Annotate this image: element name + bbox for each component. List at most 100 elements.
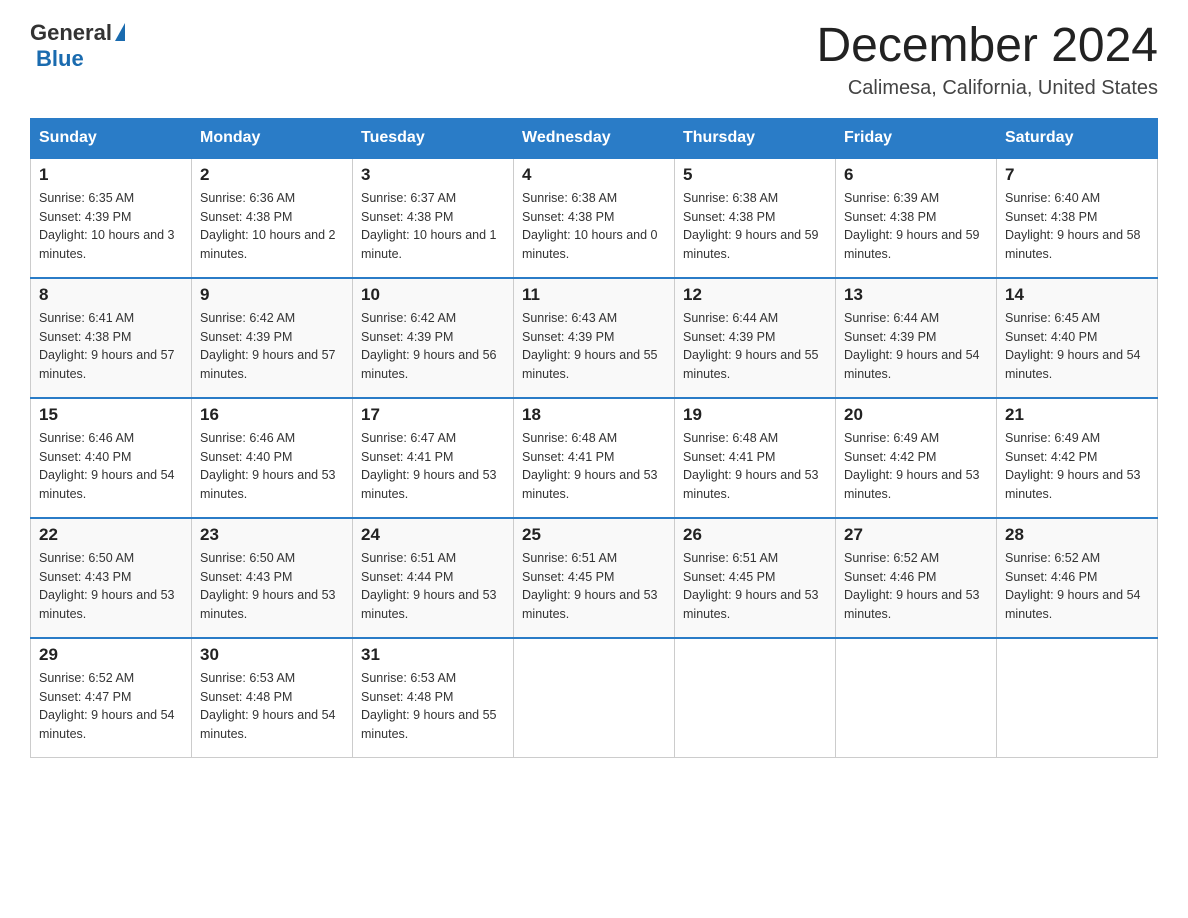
calendar-day-cell: 16 Sunrise: 6:46 AMSunset: 4:40 PMDaylig… xyxy=(192,398,353,518)
calendar-day-cell: 10 Sunrise: 6:42 AMSunset: 4:39 PMDaylig… xyxy=(353,278,514,398)
day-info: Sunrise: 6:41 AMSunset: 4:38 PMDaylight:… xyxy=(39,311,175,381)
day-info: Sunrise: 6:48 AMSunset: 4:41 PMDaylight:… xyxy=(522,431,658,501)
day-number: 27 xyxy=(844,525,988,545)
calendar-day-cell xyxy=(836,638,997,758)
calendar-day-cell: 20 Sunrise: 6:49 AMSunset: 4:42 PMDaylig… xyxy=(836,398,997,518)
calendar-day-cell: 2 Sunrise: 6:36 AMSunset: 4:38 PMDayligh… xyxy=(192,158,353,278)
day-number: 26 xyxy=(683,525,827,545)
day-info: Sunrise: 6:42 AMSunset: 4:39 PMDaylight:… xyxy=(361,311,497,381)
day-info: Sunrise: 6:53 AMSunset: 4:48 PMDaylight:… xyxy=(361,671,497,741)
day-number: 30 xyxy=(200,645,344,665)
day-number: 10 xyxy=(361,285,505,305)
logo-blue-text: Blue xyxy=(36,46,84,72)
calendar-week-row: 29 Sunrise: 6:52 AMSunset: 4:47 PMDaylig… xyxy=(31,638,1158,758)
calendar-day-cell: 9 Sunrise: 6:42 AMSunset: 4:39 PMDayligh… xyxy=(192,278,353,398)
day-info: Sunrise: 6:52 AMSunset: 4:46 PMDaylight:… xyxy=(1005,551,1141,621)
day-info: Sunrise: 6:35 AMSunset: 4:39 PMDaylight:… xyxy=(39,191,175,261)
day-info: Sunrise: 6:49 AMSunset: 4:42 PMDaylight:… xyxy=(844,431,980,501)
calendar-day-cell: 28 Sunrise: 6:52 AMSunset: 4:46 PMDaylig… xyxy=(997,518,1158,638)
page-header: General Blue December 2024 Calimesa, Cal… xyxy=(30,20,1158,100)
day-number: 14 xyxy=(1005,285,1149,305)
day-info: Sunrise: 6:52 AMSunset: 4:46 PMDaylight:… xyxy=(844,551,980,621)
calendar-day-cell xyxy=(675,638,836,758)
calendar-day-cell: 4 Sunrise: 6:38 AMSunset: 4:38 PMDayligh… xyxy=(514,158,675,278)
col-friday: Friday xyxy=(836,118,997,158)
day-info: Sunrise: 6:51 AMSunset: 4:45 PMDaylight:… xyxy=(522,551,658,621)
calendar-day-cell: 24 Sunrise: 6:51 AMSunset: 4:44 PMDaylig… xyxy=(353,518,514,638)
col-saturday: Saturday xyxy=(997,118,1158,158)
logo: General Blue xyxy=(30,20,125,72)
day-number: 3 xyxy=(361,165,505,185)
calendar-day-cell: 31 Sunrise: 6:53 AMSunset: 4:48 PMDaylig… xyxy=(353,638,514,758)
day-info: Sunrise: 6:49 AMSunset: 4:42 PMDaylight:… xyxy=(1005,431,1141,501)
day-number: 13 xyxy=(844,285,988,305)
day-number: 9 xyxy=(200,285,344,305)
day-info: Sunrise: 6:46 AMSunset: 4:40 PMDaylight:… xyxy=(200,431,336,501)
calendar-day-cell: 25 Sunrise: 6:51 AMSunset: 4:45 PMDaylig… xyxy=(514,518,675,638)
calendar-day-cell: 13 Sunrise: 6:44 AMSunset: 4:39 PMDaylig… xyxy=(836,278,997,398)
calendar-day-cell: 12 Sunrise: 6:44 AMSunset: 4:39 PMDaylig… xyxy=(675,278,836,398)
col-tuesday: Tuesday xyxy=(353,118,514,158)
calendar-day-cell: 18 Sunrise: 6:48 AMSunset: 4:41 PMDaylig… xyxy=(514,398,675,518)
logo-triangle-icon xyxy=(115,23,125,41)
day-number: 17 xyxy=(361,405,505,425)
calendar-day-cell: 6 Sunrise: 6:39 AMSunset: 4:38 PMDayligh… xyxy=(836,158,997,278)
calendar-week-row: 22 Sunrise: 6:50 AMSunset: 4:43 PMDaylig… xyxy=(31,518,1158,638)
day-info: Sunrise: 6:38 AMSunset: 4:38 PMDaylight:… xyxy=(522,191,658,261)
calendar-day-cell: 1 Sunrise: 6:35 AMSunset: 4:39 PMDayligh… xyxy=(31,158,192,278)
day-info: Sunrise: 6:51 AMSunset: 4:45 PMDaylight:… xyxy=(683,551,819,621)
day-info: Sunrise: 6:50 AMSunset: 4:43 PMDaylight:… xyxy=(39,551,175,621)
day-info: Sunrise: 6:38 AMSunset: 4:38 PMDaylight:… xyxy=(683,191,819,261)
calendar-day-cell: 23 Sunrise: 6:50 AMSunset: 4:43 PMDaylig… xyxy=(192,518,353,638)
calendar-day-cell: 7 Sunrise: 6:40 AMSunset: 4:38 PMDayligh… xyxy=(997,158,1158,278)
calendar-day-cell: 26 Sunrise: 6:51 AMSunset: 4:45 PMDaylig… xyxy=(675,518,836,638)
day-number: 1 xyxy=(39,165,183,185)
day-info: Sunrise: 6:45 AMSunset: 4:40 PMDaylight:… xyxy=(1005,311,1141,381)
calendar-day-cell: 17 Sunrise: 6:47 AMSunset: 4:41 PMDaylig… xyxy=(353,398,514,518)
day-number: 29 xyxy=(39,645,183,665)
day-number: 2 xyxy=(200,165,344,185)
day-info: Sunrise: 6:47 AMSunset: 4:41 PMDaylight:… xyxy=(361,431,497,501)
calendar-day-cell: 14 Sunrise: 6:45 AMSunset: 4:40 PMDaylig… xyxy=(997,278,1158,398)
calendar-day-cell: 15 Sunrise: 6:46 AMSunset: 4:40 PMDaylig… xyxy=(31,398,192,518)
day-info: Sunrise: 6:44 AMSunset: 4:39 PMDaylight:… xyxy=(683,311,819,381)
day-info: Sunrise: 6:43 AMSunset: 4:39 PMDaylight:… xyxy=(522,311,658,381)
day-number: 6 xyxy=(844,165,988,185)
calendar-day-cell: 5 Sunrise: 6:38 AMSunset: 4:38 PMDayligh… xyxy=(675,158,836,278)
day-info: Sunrise: 6:39 AMSunset: 4:38 PMDaylight:… xyxy=(844,191,980,261)
calendar-day-cell: 19 Sunrise: 6:48 AMSunset: 4:41 PMDaylig… xyxy=(675,398,836,518)
calendar-day-cell: 22 Sunrise: 6:50 AMSunset: 4:43 PMDaylig… xyxy=(31,518,192,638)
day-number: 25 xyxy=(522,525,666,545)
col-wednesday: Wednesday xyxy=(514,118,675,158)
calendar-day-cell: 30 Sunrise: 6:53 AMSunset: 4:48 PMDaylig… xyxy=(192,638,353,758)
col-monday: Monday xyxy=(192,118,353,158)
calendar-week-row: 8 Sunrise: 6:41 AMSunset: 4:38 PMDayligh… xyxy=(31,278,1158,398)
calendar-day-cell: 27 Sunrise: 6:52 AMSunset: 4:46 PMDaylig… xyxy=(836,518,997,638)
day-number: 15 xyxy=(39,405,183,425)
day-info: Sunrise: 6:42 AMSunset: 4:39 PMDaylight:… xyxy=(200,311,336,381)
day-info: Sunrise: 6:37 AMSunset: 4:38 PMDaylight:… xyxy=(361,191,497,261)
day-info: Sunrise: 6:44 AMSunset: 4:39 PMDaylight:… xyxy=(844,311,980,381)
day-info: Sunrise: 6:50 AMSunset: 4:43 PMDaylight:… xyxy=(200,551,336,621)
day-info: Sunrise: 6:53 AMSunset: 4:48 PMDaylight:… xyxy=(200,671,336,741)
col-sunday: Sunday xyxy=(31,118,192,158)
day-number: 19 xyxy=(683,405,827,425)
day-number: 16 xyxy=(200,405,344,425)
day-info: Sunrise: 6:46 AMSunset: 4:40 PMDaylight:… xyxy=(39,431,175,501)
day-number: 12 xyxy=(683,285,827,305)
logo-general-text: General xyxy=(30,20,112,46)
day-number: 11 xyxy=(522,285,666,305)
day-number: 4 xyxy=(522,165,666,185)
calendar-day-cell xyxy=(514,638,675,758)
day-number: 31 xyxy=(361,645,505,665)
title-section: December 2024 Calimesa, California, Unit… xyxy=(816,20,1158,100)
calendar-table: Sunday Monday Tuesday Wednesday Thursday… xyxy=(30,118,1158,759)
day-number: 22 xyxy=(39,525,183,545)
day-number: 18 xyxy=(522,405,666,425)
month-title: December 2024 xyxy=(816,20,1158,73)
day-number: 28 xyxy=(1005,525,1149,545)
day-number: 24 xyxy=(361,525,505,545)
calendar-day-cell: 3 Sunrise: 6:37 AMSunset: 4:38 PMDayligh… xyxy=(353,158,514,278)
day-info: Sunrise: 6:36 AMSunset: 4:38 PMDaylight:… xyxy=(200,191,336,261)
day-number: 21 xyxy=(1005,405,1149,425)
